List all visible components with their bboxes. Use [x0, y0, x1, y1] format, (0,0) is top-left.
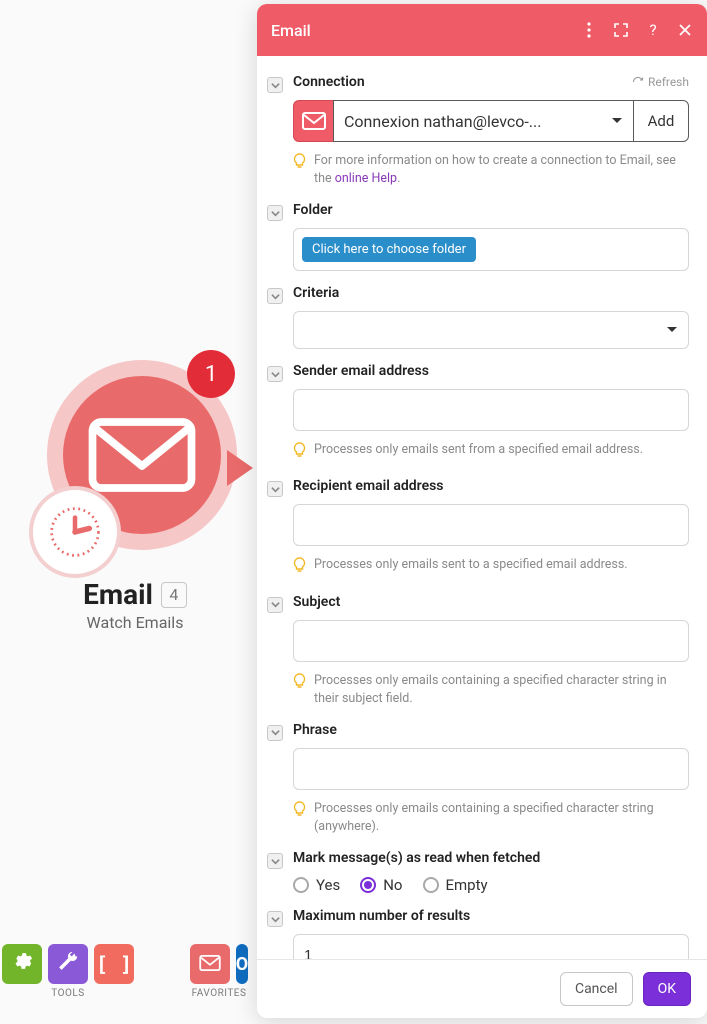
bulb-icon [293, 442, 306, 464]
folder-label: Folder [293, 202, 689, 218]
online-help-link[interactable]: online Help [335, 171, 397, 186]
footer-label-tools: TOOLS [51, 988, 84, 999]
panel-footer: Cancel OK [257, 959, 707, 1018]
node-subtitle: Watch Emails [20, 613, 250, 632]
subject-label: Subject [293, 594, 689, 610]
module-node-email[interactable]: 1 Email 4 Watch Emails [20, 350, 250, 632]
markread-label: Mark message(s) as read when fetched [293, 850, 689, 866]
add-connection-button[interactable]: Add [633, 100, 689, 142]
footer-label-favorites: FAVORITES [192, 988, 247, 999]
ok-button[interactable]: OK [643, 972, 691, 1006]
subject-hint: Processes only emails containing a speci… [314, 672, 689, 708]
clock-icon [29, 486, 121, 578]
mail-icon [199, 952, 221, 977]
bulb-icon [293, 673, 306, 708]
criteria-select[interactable] [293, 311, 689, 349]
subject-input[interactable] [293, 620, 689, 662]
node-output-port[interactable] [227, 450, 253, 486]
phrase-label: Phrase [293, 722, 689, 738]
maxresults-input[interactable] [293, 934, 689, 959]
field-toggle-connection[interactable] [267, 77, 283, 93]
node-count-badge: 4 [161, 582, 187, 608]
connection-select[interactable]: Connexion nathan@levco-... [333, 100, 633, 142]
radio-yes[interactable]: Yes [293, 876, 340, 894]
tools-tile-settings[interactable] [2, 944, 42, 984]
maxresults-label: Maximum number of results [293, 908, 689, 924]
sender-label: Sender email address [293, 363, 689, 379]
outlook-icon: O [236, 954, 248, 975]
node-title: Email [83, 578, 153, 611]
cancel-button[interactable]: Cancel [560, 972, 633, 1006]
gear-icon [11, 950, 33, 978]
field-toggle-phrase[interactable] [267, 725, 283, 741]
field-toggle-subject[interactable] [267, 597, 283, 613]
refresh-icon [632, 76, 644, 88]
favorites-tile-outlook[interactable]: O [236, 944, 248, 984]
more-menu-icon[interactable] [581, 22, 597, 38]
connection-label: Connection [293, 74, 365, 90]
field-toggle-recipient[interactable] [267, 481, 283, 497]
connection-hint: For more information on how to create a … [314, 152, 689, 188]
panel-title: Email [271, 21, 311, 40]
chevron-down-icon [611, 117, 623, 125]
sender-hint: Processes only emails sent from a specif… [314, 441, 643, 464]
field-toggle-markread[interactable] [267, 853, 283, 869]
close-icon[interactable] [677, 22, 693, 38]
refresh-button[interactable]: Refresh [632, 75, 689, 89]
field-toggle-sender[interactable] [267, 366, 283, 382]
node-badge: 1 [187, 350, 235, 398]
tools-tile-bracket[interactable]: [ ] [94, 944, 134, 984]
criteria-label: Criteria [293, 285, 689, 301]
panel-header: Email ? [257, 4, 707, 56]
connection-app-icon [293, 100, 333, 142]
bulb-icon [293, 153, 306, 188]
phrase-input[interactable] [293, 748, 689, 790]
expand-icon[interactable] [613, 22, 629, 38]
recipient-label: Recipient email address [293, 478, 689, 494]
help-icon[interactable]: ? [645, 22, 661, 38]
radio-empty[interactable]: Empty [423, 876, 488, 894]
wrench-icon [57, 950, 79, 978]
bulb-icon [293, 801, 306, 836]
folder-choose-button[interactable]: Click here to choose folder [302, 237, 476, 262]
field-toggle-folder[interactable] [267, 205, 283, 221]
bulb-icon [293, 557, 306, 579]
phrase-hint: Processes only emails containing a speci… [314, 800, 689, 836]
mail-icon [87, 410, 197, 500]
sender-input[interactable] [293, 389, 689, 431]
radio-no[interactable]: No [360, 876, 402, 894]
tools-tile-wrench[interactable] [48, 944, 88, 984]
favorites-tile-email[interactable] [190, 944, 230, 984]
bracket-icon: [ ] [96, 952, 132, 976]
recipient-input[interactable] [293, 504, 689, 546]
field-toggle-criteria[interactable] [267, 288, 283, 304]
field-toggle-maxresults[interactable] [267, 911, 283, 927]
chevron-down-icon [666, 326, 678, 334]
config-panel: Email ? Connection [257, 4, 707, 1018]
folder-picker[interactable]: Click here to choose folder [293, 228, 689, 271]
recipient-hint: Processes only emails sent to a specifie… [314, 556, 628, 579]
